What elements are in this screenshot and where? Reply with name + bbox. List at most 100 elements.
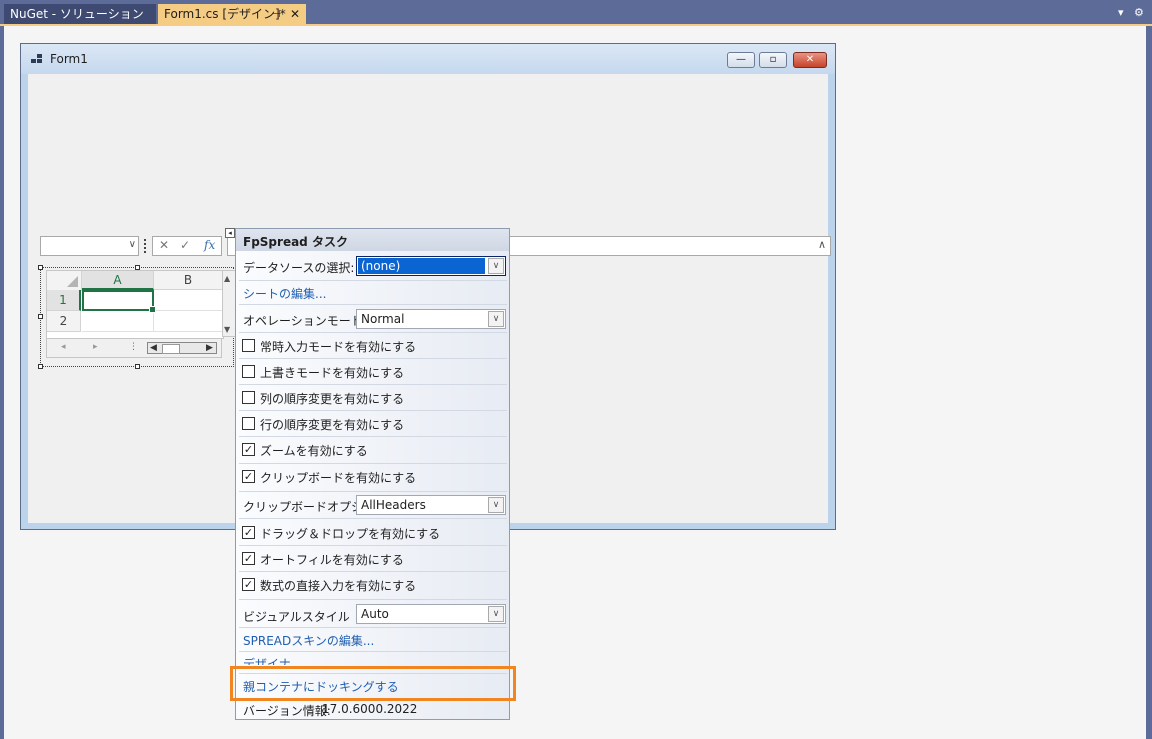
column-header-b[interactable]: B [154, 271, 223, 290]
designer-link[interactable]: デザイナ [243, 655, 291, 665]
checkbox-zoom[interactable]: ✓ [242, 443, 255, 456]
cell-b2[interactable] [154, 311, 223, 332]
spread-sheet[interactable]: A B 1 2 [46, 270, 224, 339]
datasource-value: (none) [361, 259, 401, 273]
cancel-icon[interactable]: ✕ [159, 238, 169, 252]
minimize-icon: — [736, 54, 746, 65]
form-title-bar[interactable]: Form1 — ▫ ✕ [21, 44, 835, 74]
tab-list-dropdown-icon[interactable]: ▾ [1118, 6, 1124, 19]
clipboard-option-value: AllHeaders [361, 498, 426, 512]
resize-handle[interactable] [38, 314, 43, 319]
sheet-corner[interactable] [47, 271, 82, 291]
cell-a2[interactable] [82, 311, 154, 332]
row-header-1[interactable]: 1 [47, 290, 81, 311]
fpspread-control[interactable]: A B 1 2 ▲ ▼ ◂ ▸ ⋮ ◀ ▶ [38, 265, 240, 369]
column-header-a[interactable]: A [82, 271, 154, 290]
designer-link-clip: デザイナ [236, 652, 509, 665]
smart-tag-glyph-icon[interactable]: ◂ [225, 228, 235, 238]
divider [239, 491, 507, 492]
divider [239, 384, 507, 385]
cell-b1[interactable] [154, 290, 223, 311]
task-panel-title: FpSpread タスク [243, 235, 348, 249]
checkbox-clipboard[interactable]: ✓ [242, 470, 255, 483]
datasource-select[interactable]: (none) ∨ [356, 256, 506, 276]
checkbox-drag-drop[interactable]: ✓ [242, 526, 255, 539]
checkbox-overwrite-mode[interactable] [242, 365, 255, 378]
datasource-label: データソースの選択: [243, 261, 355, 275]
tab-next-icon[interactable]: ▸ [93, 342, 98, 352]
function-icon[interactable]: fx [204, 238, 215, 252]
form-title: Form1 [50, 52, 88, 66]
right-edge [1146, 26, 1152, 739]
checkbox-label: ズームを有効にする [260, 444, 368, 458]
document-tab-strip: NuGet - ソリューション Form1.cs [デザイン]* ⊣ ✕ ▾ ⚙ [0, 0, 1152, 26]
active-cell-indicator [82, 290, 156, 313]
divider [239, 463, 507, 464]
tab-prev-icon[interactable]: ◂ [61, 342, 66, 352]
checkbox-autofill[interactable]: ✓ [242, 552, 255, 565]
checkbox-label: 行の順序変更を有効にする [260, 418, 405, 432]
checkbox-formula-input[interactable]: ✓ [242, 578, 255, 591]
vertical-scrollbar[interactable]: ▲ ▼ [222, 270, 236, 337]
version-label: バージョン情報: [243, 704, 331, 718]
clipboard-option-select[interactable]: AllHeaders ∨ [356, 495, 506, 515]
checkbox-label: クリップボードを有効にする [260, 471, 417, 485]
formula-buttons: ✕ ✓ fx [152, 236, 222, 256]
settings-icon[interactable]: ⚙ [1134, 6, 1144, 19]
visual-style-select[interactable]: Auto ∨ [356, 604, 506, 624]
fpspread-tasks-panel: FpSpread タスク データソースの選択: (none) ∨ シートの編集.… [235, 228, 510, 720]
scroll-thumb[interactable] [162, 344, 180, 354]
scroll-up-icon[interactable]: ▲ [224, 274, 230, 283]
chevron-down-icon[interactable]: ∨ [488, 311, 504, 327]
edit-sheets-link[interactable]: シートの編集... [243, 285, 326, 302]
confirm-icon[interactable]: ✓ [180, 238, 190, 252]
scroll-right-icon[interactable]: ▶ [206, 343, 213, 353]
close-button[interactable]: ✕ [793, 52, 827, 68]
visual-style-value: Auto [361, 607, 389, 621]
chevron-down-icon: ∨ [128, 239, 136, 250]
minimize-button[interactable]: — [727, 52, 755, 68]
divider [239, 332, 507, 333]
checkbox-label: 上書きモードを有効にする [260, 366, 405, 380]
scroll-left-icon[interactable]: ◀ [150, 343, 157, 353]
checkbox-label: 列の順序変更を有効にする [260, 392, 405, 406]
close-tab-icon[interactable]: ✕ [290, 4, 300, 25]
scroll-down-icon[interactable]: ▼ [224, 325, 230, 334]
divider [239, 545, 507, 546]
row-header-2[interactable]: 2 [47, 311, 81, 332]
divider [239, 571, 507, 572]
version-value: 17.0.6000.2022 [322, 702, 418, 716]
checkbox-label: 常時入力モードを有効にする [260, 340, 417, 354]
resize-handle[interactable] [38, 265, 43, 270]
checkbox-row-reorder[interactable] [242, 417, 255, 430]
checkbox-label: ドラッグ＆ドロップを有効にする [260, 527, 441, 541]
checkbox-label: 数式の直接入力を有効にする [260, 579, 417, 593]
divider [239, 599, 507, 600]
chevron-down-icon[interactable]: ∨ [488, 606, 504, 622]
chevron-up-icon[interactable]: ∧ [818, 238, 826, 251]
divider [239, 410, 507, 411]
tab-nuget-solution[interactable]: NuGet - ソリューション [4, 4, 156, 25]
operation-mode-label: オペレーションモード [243, 314, 363, 328]
splitter-grip[interactable] [144, 239, 148, 253]
horizontal-scrollbar[interactable]: ◀ ▶ [147, 342, 217, 354]
highlight-annotation [230, 666, 516, 701]
operation-mode-select[interactable]: Normal ∨ [356, 309, 506, 329]
visual-style-label: ビジュアルスタイル [243, 610, 350, 624]
divider [239, 518, 507, 519]
edit-skin-link[interactable]: SPREADスキンの編集... [243, 632, 374, 649]
checkbox-column-reorder[interactable] [242, 391, 255, 404]
tab-form1-design[interactable]: Form1.cs [デザイン]* ⊣ ✕ [158, 4, 306, 25]
maximize-button[interactable]: ▫ [759, 52, 787, 68]
resize-handle[interactable] [135, 364, 140, 369]
pin-icon[interactable]: ⊣ [272, 4, 281, 25]
tab-splitter-icon[interactable]: ⋮ [129, 342, 138, 352]
sheet-tab-bar: ◂ ▸ ⋮ ◀ ▶ [46, 338, 222, 358]
chevron-down-icon[interactable]: ∨ [488, 497, 504, 513]
checkbox-edit-mode-permanent[interactable] [242, 339, 255, 352]
task-panel-header: FpSpread タスク [236, 229, 509, 251]
divider [239, 358, 507, 359]
name-box[interactable]: ∨ [40, 236, 139, 256]
resize-handle[interactable] [38, 364, 43, 369]
chevron-down-icon[interactable]: ∨ [488, 258, 504, 274]
